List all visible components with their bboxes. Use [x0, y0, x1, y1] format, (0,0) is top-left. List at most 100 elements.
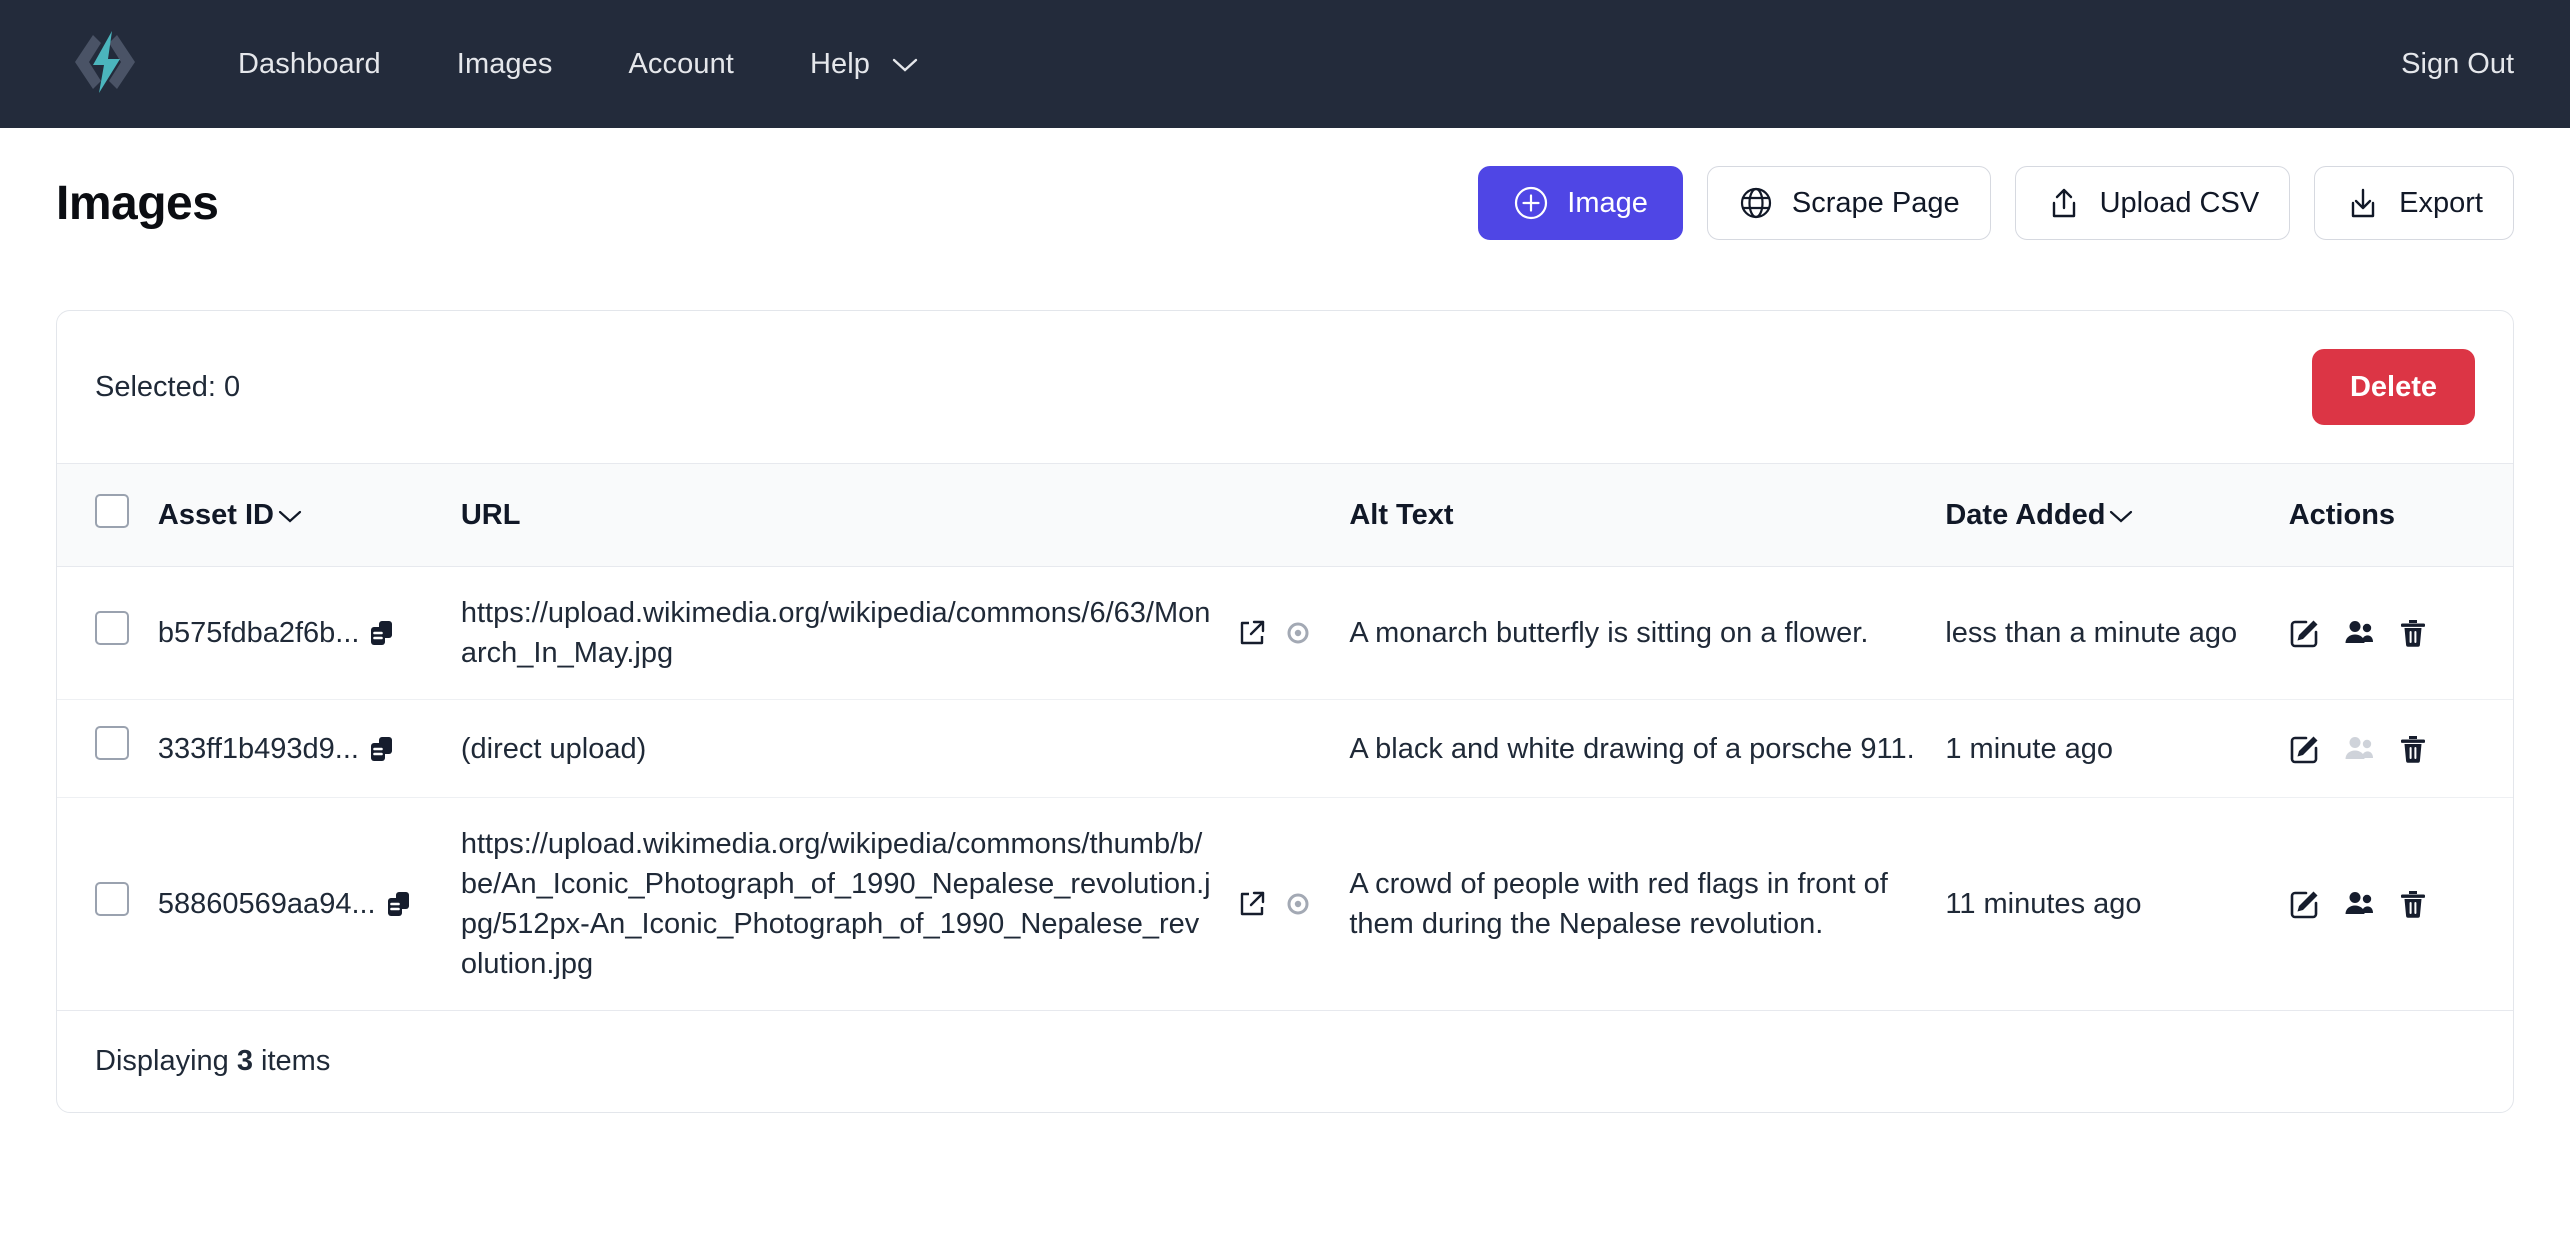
table-row: 58860569aa94... https://upload.wikimedia… — [57, 797, 2513, 1012]
url-cell: (direct upload) — [452, 699, 1322, 799]
top-navbar: Dashboard Images Account Help Sign Out — [0, 0, 2570, 128]
column-header-alt-text-label: Alt Text — [1349, 498, 1454, 531]
preview-eye-icon[interactable] — [1283, 889, 1313, 919]
edit-icon[interactable] — [2289, 733, 2321, 765]
preview-eye-icon[interactable] — [1283, 618, 1313, 648]
column-header-actions-label: Actions — [2288, 498, 2396, 531]
asset-id-value: b575fdba2f6b... — [157, 617, 360, 649]
url-actions — [1237, 889, 1313, 919]
scrape-page-button-label: Scrape Page — [1791, 186, 1960, 219]
edit-icon[interactable] — [2289, 617, 2321, 649]
globe-icon — [1738, 185, 1774, 221]
asset-id-value: 333ff1b493d9... — [157, 732, 359, 765]
export-button-label: Export — [2399, 186, 2483, 219]
edit-icon[interactable] — [2289, 888, 2321, 920]
nav-link-dashboard[interactable]: Dashboard — [200, 36, 419, 93]
images-table-card: Selected: 0 Delete Asset ID URL Alt Text… — [56, 310, 2514, 1114]
date-added-cell: less than a minute ago — [1937, 566, 2281, 701]
copy-icon[interactable] — [367, 734, 397, 764]
upload-csv-button-label: Upload CSV — [2099, 186, 2260, 219]
alt-text-cell: A crowd of people with red flags in fron… — [1321, 797, 1938, 1012]
displaying-suffix: items — [252, 1045, 331, 1078]
column-header-date-added-label: Date Added — [1945, 498, 2106, 531]
bulk-delete-button[interactable]: Delete — [2311, 349, 2475, 425]
nav-links: Dashboard Images Account Help — [200, 36, 956, 93]
column-header-date-added[interactable]: Date Added — [1937, 463, 2281, 567]
assign-users-icon — [2343, 733, 2375, 765]
code-lightning-logo-icon — [63, 29, 147, 100]
url-cell: https://upload.wikimedia.org/wikipedia/c… — [452, 566, 1322, 701]
url-cell: https://upload.wikimedia.org/wikipedia/c… — [452, 797, 1322, 1012]
row-actions-cell — [2280, 566, 2513, 701]
delete-row-icon[interactable] — [2397, 617, 2429, 649]
displaying-count: 3 — [236, 1045, 253, 1078]
row-select-cell — [57, 797, 150, 1012]
upload-csv-button[interactable]: Upload CSV — [2014, 166, 2291, 240]
nav-link-help[interactable]: Help — [772, 36, 956, 93]
sort-chevron-down-icon — [2109, 499, 2133, 532]
nav-link-help-label: Help — [809, 47, 871, 80]
date-added-cell: 11 minutes ago — [1937, 797, 2281, 1012]
url-value: https://upload.wikimedia.org/wikipedia/c… — [460, 597, 1211, 670]
asset-id-cell: 58860569aa94... — [149, 797, 453, 1012]
row-checkbox[interactable] — [95, 726, 129, 761]
asset-id-value: 58860569aa94... — [157, 888, 376, 921]
table-row: b575fdba2f6b... https://upload.wikimedia… — [57, 566, 2513, 701]
row-checkbox[interactable] — [95, 881, 129, 916]
select-all-header — [57, 463, 150, 567]
url-actions — [1237, 618, 1313, 648]
assign-users-icon[interactable] — [2343, 617, 2375, 649]
url-value: https://upload.wikimedia.org/wikipedia/c… — [460, 828, 1211, 981]
page-title: Images — [56, 176, 219, 230]
add-image-button[interactable]: Image — [1478, 166, 1683, 240]
add-image-button-label: Image — [1567, 186, 1648, 219]
date-added-cell: 1 minute ago — [1937, 699, 2281, 799]
scrape-page-button[interactable]: Scrape Page — [1706, 166, 1991, 240]
url-value: (direct upload) — [460, 732, 647, 765]
table-footer: Displaying 3 items — [57, 1011, 2513, 1112]
column-header-url-label: URL — [460, 498, 521, 531]
delete-row-icon[interactable] — [2397, 733, 2429, 765]
alt-text-cell: A monarch butterfly is sitting on a flow… — [1321, 566, 1938, 701]
upload-icon — [2046, 185, 2082, 221]
table-body: b575fdba2f6b... https://upload.wikimedia… — [57, 566, 2513, 1012]
row-select-cell — [57, 566, 150, 701]
row-select-cell — [57, 699, 150, 799]
table-row: 333ff1b493d9... (direct upload) A black … — [57, 699, 2513, 799]
download-icon — [2345, 185, 2381, 221]
column-header-asset-id-label: Asset ID — [157, 498, 274, 531]
asset-id-cell: 333ff1b493d9... — [149, 699, 453, 799]
plus-circle-icon — [1513, 185, 1549, 221]
external-link-icon[interactable] — [1237, 889, 1267, 919]
copy-icon[interactable] — [367, 618, 397, 648]
page-header: Images Image Scrape Page Upload CSV Expo… — [0, 128, 2570, 278]
table-head: Asset ID URL Alt Text Date Added Actions — [57, 463, 2513, 567]
alt-text-cell: A black and white drawing of a porsche 9… — [1321, 699, 1938, 799]
table-toolbar: Selected: 0 Delete — [57, 311, 2513, 463]
copy-icon[interactable] — [384, 889, 414, 919]
export-button[interactable]: Export — [2314, 166, 2514, 240]
row-checkbox[interactable] — [95, 610, 129, 645]
column-header-asset-id[interactable]: Asset ID — [149, 463, 453, 567]
row-actions-cell — [2280, 797, 2513, 1012]
selected-count: Selected: 0 — [95, 370, 241, 403]
images-table: Asset ID URL Alt Text Date Added Actions… — [57, 463, 2513, 1012]
row-actions-cell — [2280, 699, 2513, 799]
assign-users-icon[interactable] — [2343, 888, 2375, 920]
delete-row-icon[interactable] — [2397, 888, 2429, 920]
brand-logo[interactable] — [46, 29, 164, 100]
sort-chevron-down-icon — [278, 499, 302, 532]
column-header-alt-text: Alt Text — [1321, 463, 1938, 567]
header-actions: Image Scrape Page Upload CSV Export — [1478, 166, 2514, 240]
displaying-prefix: Displaying — [95, 1045, 237, 1078]
select-all-checkbox[interactable] — [95, 494, 129, 528]
chevron-down-icon — [892, 48, 918, 81]
column-header-url: URL — [452, 463, 1322, 567]
sign-out-link[interactable]: Sign Out — [2401, 48, 2514, 81]
nav-link-images[interactable]: Images — [419, 36, 591, 93]
external-link-icon[interactable] — [1237, 618, 1267, 648]
table-header-row: Asset ID URL Alt Text Date Added Actions — [57, 463, 2513, 567]
nav-link-account[interactable]: Account — [590, 36, 772, 93]
column-header-actions: Actions — [2280, 463, 2513, 567]
asset-id-cell: b575fdba2f6b... — [149, 566, 453, 701]
